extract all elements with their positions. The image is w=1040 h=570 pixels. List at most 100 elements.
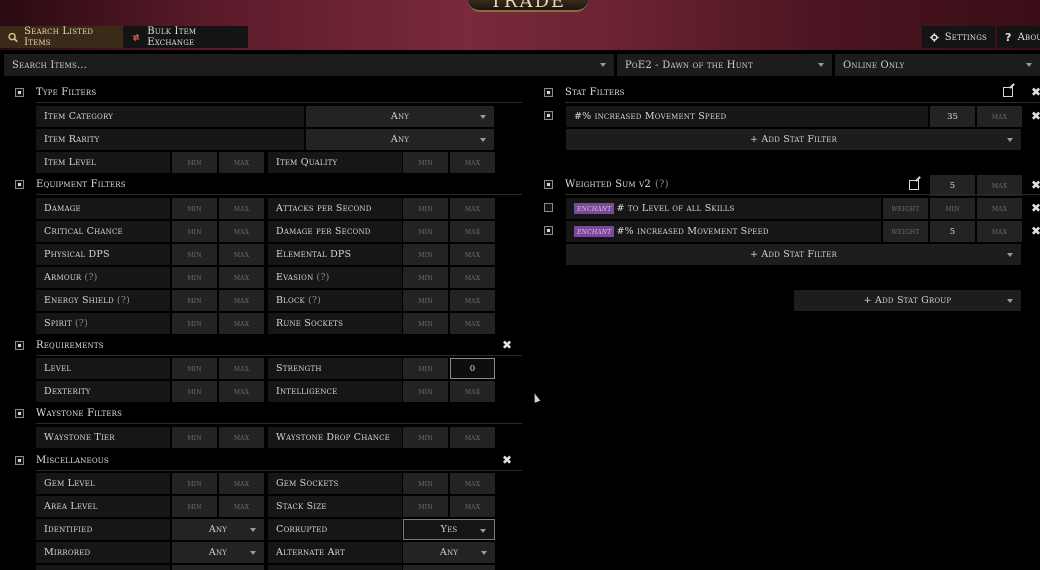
- energy-shield-max[interactable]: max: [219, 290, 264, 311]
- block-max[interactable]: max: [450, 290, 495, 311]
- alternate-art-select[interactable]: Any: [403, 542, 495, 563]
- gem-level-max[interactable]: max: [219, 473, 264, 494]
- waystone-filters-toggle[interactable]: [15, 409, 24, 418]
- close-icon[interactable]: ✖: [1031, 86, 1040, 98]
- stack-size-min[interactable]: min: [403, 496, 448, 517]
- close-icon[interactable]: ✖: [502, 339, 512, 351]
- physical-dps-min[interactable]: min: [172, 244, 217, 265]
- tab-bulk-item-exchange[interactable]: Bulk Item Exchange: [123, 26, 248, 48]
- critical-chance-min[interactable]: min: [172, 221, 217, 242]
- armour-max[interactable]: max: [219, 267, 264, 288]
- close-icon[interactable]: ✖: [1031, 225, 1040, 237]
- level-min[interactable]: min: [172, 358, 217, 379]
- strength-min[interactable]: min: [403, 358, 448, 379]
- close-icon[interactable]: ✖: [502, 454, 512, 466]
- spirit-min[interactable]: min: [172, 313, 217, 334]
- energy-shield-min[interactable]: min: [172, 290, 217, 311]
- help-icon[interactable]: (?): [308, 295, 321, 306]
- stat-toggle[interactable]: [544, 111, 553, 120]
- stat-min-input[interactable]: 35: [930, 106, 975, 127]
- critical-chance-max[interactable]: max: [219, 221, 264, 242]
- item-quality-min[interactable]: min: [403, 152, 448, 173]
- weighted-stat-max[interactable]: max: [977, 198, 1022, 219]
- area-level-max[interactable]: max: [219, 496, 264, 517]
- waystone-tier-max[interactable]: max: [219, 427, 264, 448]
- evasion-max[interactable]: max: [450, 267, 495, 288]
- weighted-stat-weight[interactable]: weight: [883, 198, 928, 219]
- item-category-select[interactable]: Any: [306, 106, 494, 127]
- damage-per-second-min[interactable]: min: [403, 221, 448, 242]
- damage-max[interactable]: max: [219, 198, 264, 219]
- waystone-drop-chance-max[interactable]: max: [450, 427, 495, 448]
- help-icon[interactable]: (?): [75, 318, 88, 329]
- dexterity-max[interactable]: max: [219, 381, 264, 402]
- about-button[interactable]: ? About: [997, 26, 1040, 48]
- mirrored-select[interactable]: Any: [172, 542, 264, 563]
- type-filters-toggle[interactable]: [15, 88, 24, 97]
- armour-min[interactable]: min: [172, 267, 217, 288]
- close-icon[interactable]: ✖: [1031, 202, 1040, 214]
- close-icon[interactable]: ✖: [1031, 179, 1040, 191]
- block-min[interactable]: min: [403, 290, 448, 311]
- elemental-dps-min[interactable]: min: [403, 244, 448, 265]
- rune-sockets-min[interactable]: min: [403, 313, 448, 334]
- gem-sockets-max[interactable]: max: [450, 473, 495, 494]
- stat-filters-toggle[interactable]: [544, 88, 553, 97]
- strength-max-input[interactable]: 0: [450, 358, 495, 379]
- evasion-min[interactable]: min: [403, 267, 448, 288]
- next-row-select[interactable]: [403, 565, 495, 570]
- stack-size-max[interactable]: max: [450, 496, 495, 517]
- level-max[interactable]: max: [219, 358, 264, 379]
- damage-per-second-max[interactable]: max: [450, 221, 495, 242]
- add-stat-group-button[interactable]: + Add Stat Group: [794, 290, 1021, 311]
- help-icon[interactable]: (?): [655, 179, 669, 190]
- item-quality-max[interactable]: max: [450, 152, 495, 173]
- item-level-min[interactable]: min: [172, 152, 217, 173]
- damage-min[interactable]: min: [172, 198, 217, 219]
- weighted-stat-toggle[interactable]: [544, 226, 553, 235]
- weighted-stat-weight[interactable]: weight: [883, 221, 928, 242]
- weighted-sum-toggle[interactable]: [544, 180, 553, 189]
- weighted-sum-min-input[interactable]: 5: [930, 175, 975, 196]
- physical-dps-max[interactable]: max: [219, 244, 264, 265]
- attacks-per-second-min[interactable]: min: [403, 198, 448, 219]
- add-weighted-stat-filter-button[interactable]: + Add Stat Filter: [566, 244, 1021, 265]
- item-level-max[interactable]: max: [219, 152, 264, 173]
- identified-select[interactable]: Any: [172, 519, 264, 540]
- weighted-stat-toggle[interactable]: [544, 203, 553, 212]
- gem-sockets-min[interactable]: min: [403, 473, 448, 494]
- requirements-toggle[interactable]: [15, 341, 24, 350]
- help-icon[interactable]: (?): [316, 272, 329, 283]
- area-level-min[interactable]: min: [172, 496, 217, 517]
- equipment-filters-toggle[interactable]: [15, 180, 24, 189]
- league-select[interactable]: PoE2 - Dawn of the Hunt: [617, 54, 832, 76]
- help-icon[interactable]: (?): [84, 272, 97, 283]
- spirit-max[interactable]: max: [219, 313, 264, 334]
- weighted-sum-max-input[interactable]: max: [977, 175, 1022, 196]
- stat-max-input[interactable]: max: [977, 106, 1022, 127]
- search-items-input[interactable]: Search Items...: [4, 54, 614, 76]
- waystone-drop-chance-min[interactable]: min: [403, 427, 448, 448]
- help-icon[interactable]: (?): [117, 295, 130, 306]
- edit-icon[interactable]: [1003, 87, 1013, 97]
- gem-level-min[interactable]: min: [172, 473, 217, 494]
- corrupted-select[interactable]: Yes: [403, 519, 495, 540]
- tab-search-listed-items[interactable]: Search Listed Items: [0, 26, 123, 48]
- edit-icon[interactable]: [909, 180, 919, 190]
- weighted-stat-max[interactable]: max: [977, 221, 1022, 242]
- add-stat-filter-button[interactable]: + Add Stat Filter: [566, 129, 1021, 150]
- attacks-per-second-max[interactable]: max: [450, 198, 495, 219]
- item-rarity-select[interactable]: Any: [306, 129, 494, 150]
- miscellaneous-toggle[interactable]: [15, 456, 24, 465]
- intelligence-max[interactable]: max: [450, 381, 495, 402]
- settings-button[interactable]: Settings: [922, 26, 995, 48]
- weighted-stat-min[interactable]: min: [930, 198, 975, 219]
- close-icon[interactable]: ✖: [1031, 110, 1040, 122]
- intelligence-min[interactable]: min: [403, 381, 448, 402]
- elemental-dps-max[interactable]: max: [450, 244, 495, 265]
- next-row-select[interactable]: [172, 565, 264, 570]
- weighted-stat-weight-value[interactable]: 5: [930, 221, 975, 242]
- status-select[interactable]: Online Only: [835, 54, 1040, 76]
- waystone-tier-min[interactable]: min: [172, 427, 217, 448]
- dexterity-min[interactable]: min: [172, 381, 217, 402]
